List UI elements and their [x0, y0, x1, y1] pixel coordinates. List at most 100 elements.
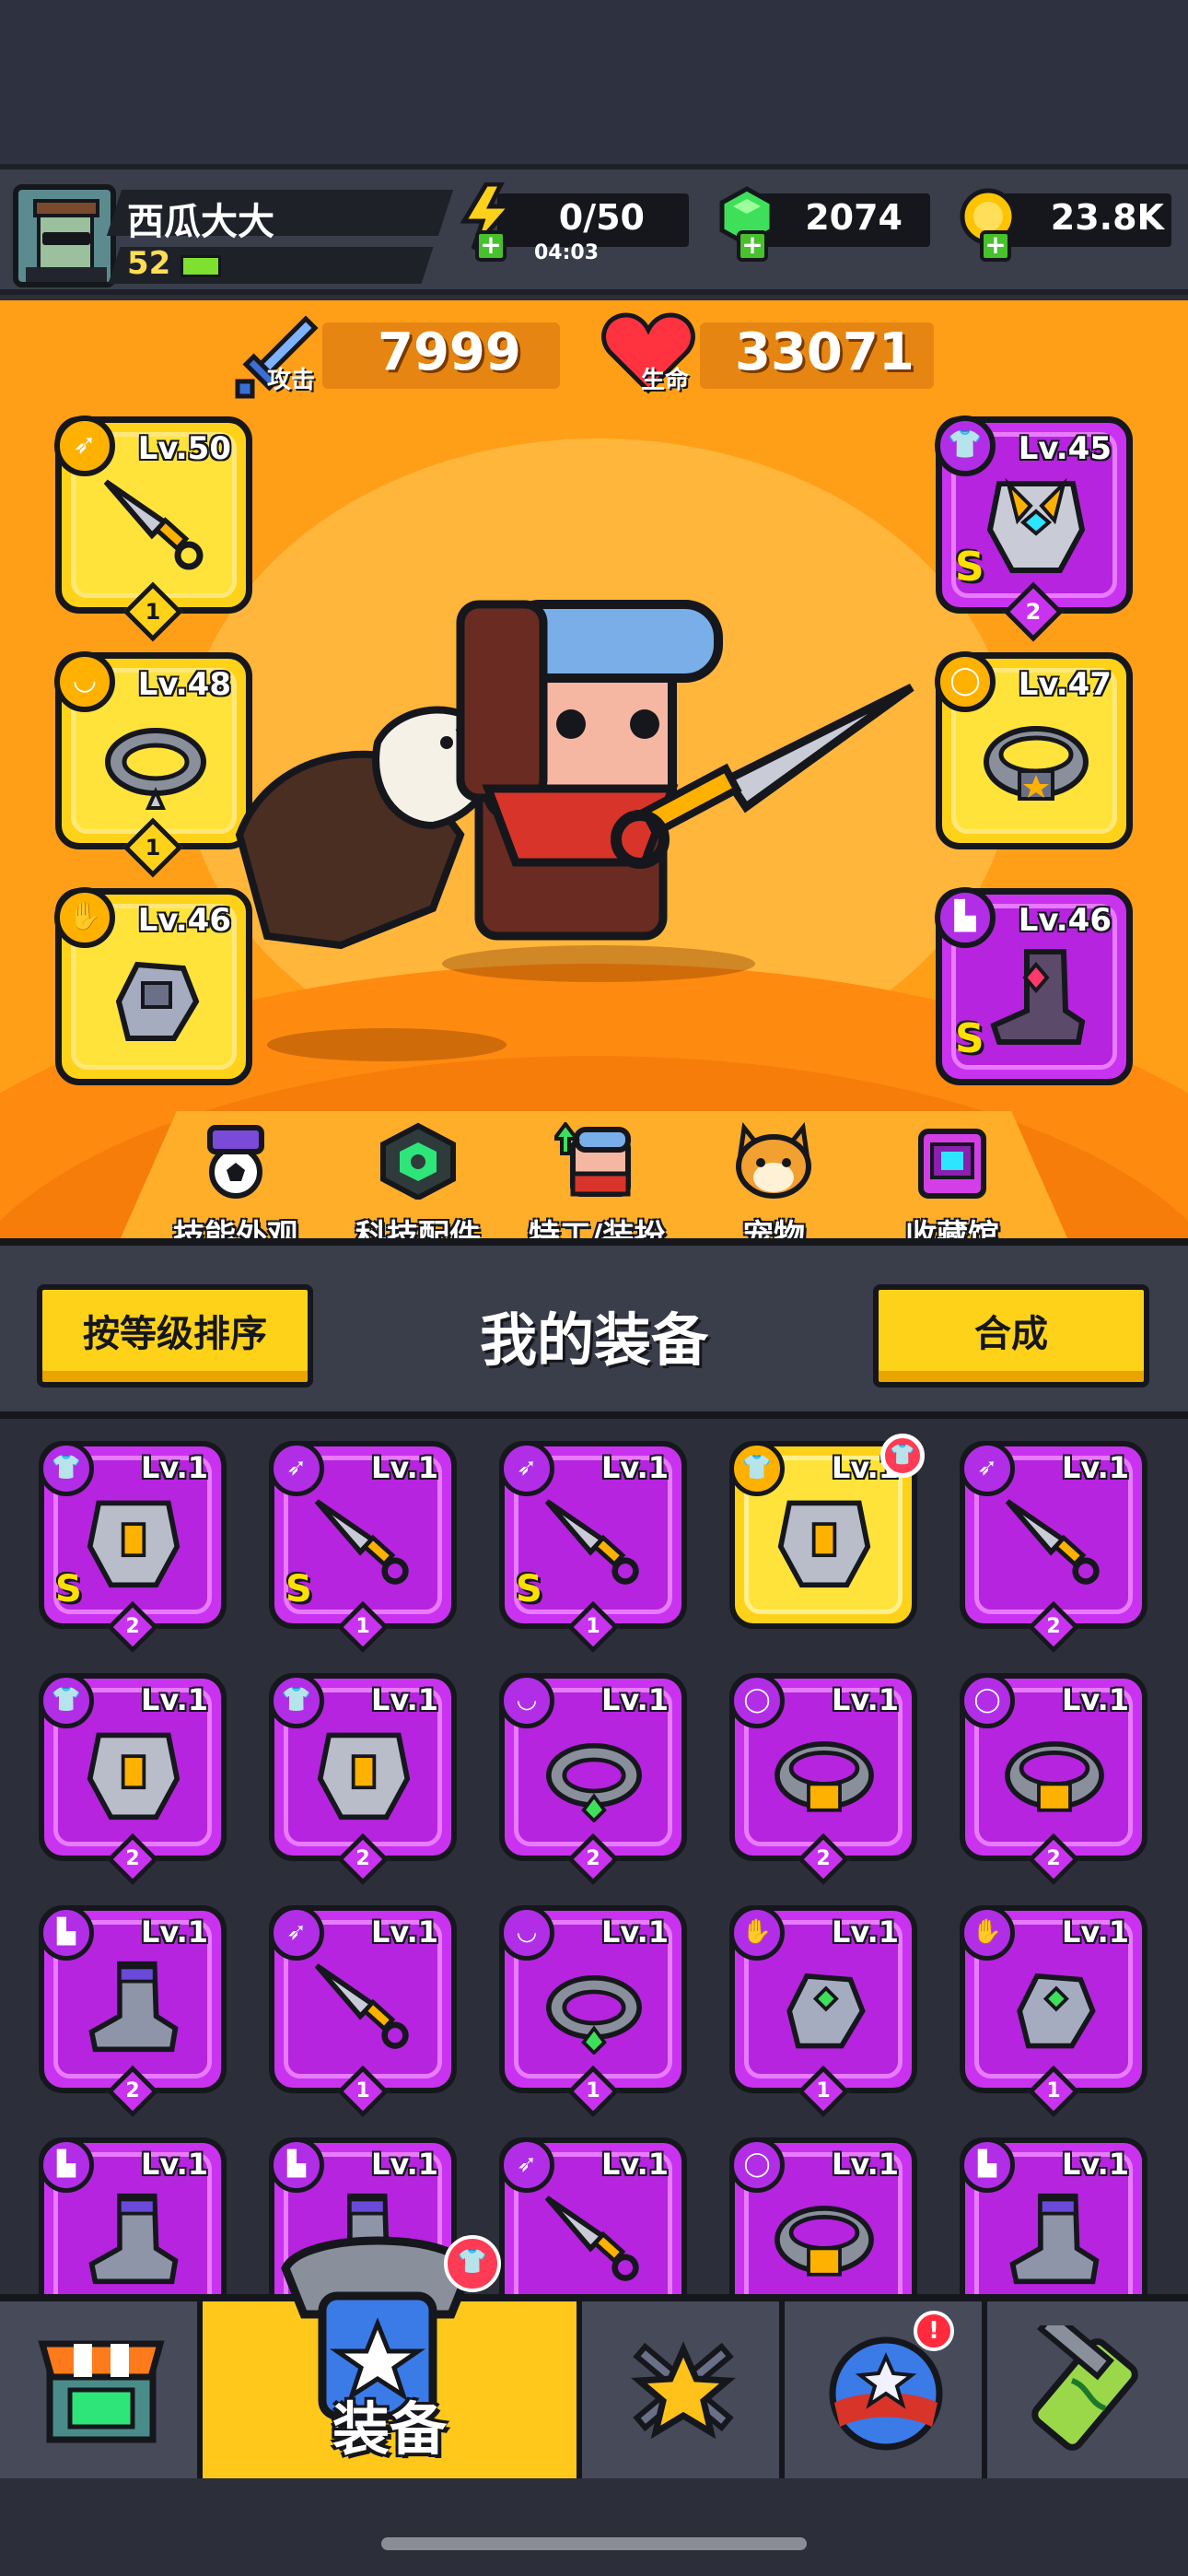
belt-icon	[1005, 1741, 1104, 1812]
item-level: Lv.1	[600, 1450, 669, 1485]
armor-category-icon: 👕	[39, 1441, 94, 1496]
inventory-item[interactable]: 👕 Lv.1 S 2	[39, 1441, 227, 1654]
s-grade-badge: S	[55, 1568, 82, 1610]
equipped-belt-slot[interactable]: ◯ Lv.47	[935, 651, 1133, 849]
necklace-category-icon: ◡	[499, 1673, 554, 1728]
inventory-item[interactable]: ◯ Lv.1 2	[729, 1673, 917, 1886]
inventory-item[interactable]: ◡ Lv.1 2	[499, 1673, 687, 1886]
item-level: Lv.1	[1061, 1682, 1129, 1717]
inventory-item[interactable]: ➶ Lv.1 S 1	[499, 1441, 687, 1654]
player-avatar[interactable]	[13, 184, 116, 287]
nav-tab-shop[interactable]	[0, 2301, 203, 2478]
gloves-icon	[1017, 1973, 1096, 2049]
inventory-item[interactable]: ◯ Lv.1 2	[960, 1673, 1147, 1886]
item-level: Lv.1	[1061, 2147, 1129, 2182]
belt-category-icon: ◯	[935, 651, 996, 712]
inventory-item[interactable]: ➶ Lv.1 1	[269, 1905, 457, 2118]
item-level: Lv.1	[1061, 1914, 1129, 1950]
pet-icon	[736, 1121, 811, 1199]
item-level: Lv.1	[370, 2147, 438, 2182]
hero-showcase: 攻击 7999 生命 33071 ➶ Lv.50 1 ◡ Lv.48 1 ✋ L…	[0, 300, 1188, 1238]
xp-bar	[181, 255, 221, 277]
hero-character[interactable]	[212, 558, 939, 1019]
hero-menu-collection[interactable]: 收藏馆	[869, 1122, 1035, 1238]
star-belt-icon	[984, 726, 1089, 801]
weapon-icon	[544, 2195, 639, 2281]
inventory-item[interactable]: ◡ Lv.1 1	[499, 1905, 687, 2118]
attack-value: 7999	[378, 322, 521, 382]
shop-icon	[38, 2340, 165, 2443]
weapon-category-icon: ➶	[960, 1441, 1015, 1496]
inventory-item[interactable]: ➶ Lv.1 2	[960, 1441, 1147, 1654]
inventory-item[interactable]: ✋ Lv.1 1	[729, 1905, 917, 2118]
equipment-new-badge: 👕	[444, 2235, 501, 2292]
nav-tab-battle[interactable]	[582, 2301, 785, 2478]
inventory-item[interactable]: ◯ Lv.1	[729, 2137, 917, 2300]
boots-category-icon: ▙	[935, 887, 996, 948]
inventory-item[interactable]: 👕 Lv.1 👕	[729, 1434, 925, 1629]
gems-value: 2074	[805, 197, 903, 238]
s-grade-badge: S	[955, 544, 984, 591]
home-indicator	[381, 2537, 807, 2550]
necklace-category-icon: ◡	[54, 651, 115, 712]
dna-tube-icon	[1031, 2325, 1138, 2451]
necklace-category-icon: ◡	[499, 1905, 554, 1961]
belt-category-icon: ◯	[729, 1673, 785, 1728]
s-grade-badge: S	[516, 1568, 542, 1610]
boots-icon	[1009, 2193, 1100, 2285]
weapon-icon	[314, 1963, 409, 2049]
s-grade-badge: S	[955, 1015, 984, 1062]
inventory-item[interactable]: ▙ Lv.1 2	[39, 1905, 227, 2118]
inventory-item[interactable]: 👕 Lv.1 2	[39, 1673, 227, 1886]
nav-tab-events[interactable]: !	[785, 2301, 987, 2478]
new-item-badge: 👕	[880, 1434, 925, 1478]
item-level: Lv.1	[600, 2147, 669, 2182]
weapon-category-icon: ➶	[269, 1441, 324, 1496]
player-header: 西瓜大大 52 + 0/50 04:03 + 2074 + 23.8K	[0, 164, 1188, 295]
add-gems-button[interactable]: +	[737, 230, 768, 262]
equipped-armor-slot[interactable]: 👕 Lv.45 S 2	[935, 416, 1133, 642]
equipment-toolbar: 按等级排序 我的装备 合成	[0, 1238, 1188, 1419]
item-level: Lv.1	[370, 1914, 438, 1950]
tech-parts-icon	[380, 1122, 456, 1201]
armor-icon	[317, 1732, 411, 1821]
hero-menu-skill-skin[interactable]: 技能外观	[153, 1122, 319, 1238]
s-grade-badge: S	[285, 1568, 312, 1610]
weapon-category-icon: ➶	[54, 416, 115, 476]
nav-tab-lab[interactable]	[987, 2301, 1188, 2478]
energy-timer: 04:03	[534, 241, 600, 264]
weapon-category-icon: ➶	[269, 1905, 324, 1961]
item-level: Lv.1	[140, 2147, 208, 2182]
inventory-item[interactable]: ➶ Lv.1	[499, 2137, 687, 2300]
armor-icon	[87, 1732, 181, 1821]
nav-tab-equipment[interactable]: 👕 装备	[203, 2235, 582, 2478]
weapon-category-icon: ➶	[499, 1441, 554, 1496]
item-level: Lv.1	[140, 1450, 208, 1485]
hero-menu-pet[interactable]: 宠物	[691, 1121, 856, 1238]
armor-category-icon: 👕	[935, 416, 996, 476]
inventory-item[interactable]: ✋ Lv.1 1	[960, 1905, 1147, 2118]
hero-menu-tech-parts[interactable]: 科技配件	[335, 1122, 501, 1238]
boots-category-icon: ▙	[39, 1905, 94, 1961]
player-level: 52	[127, 245, 171, 282]
inventory-item[interactable]: ▙ Lv.1	[39, 2137, 227, 2300]
nav-label-equipment: 装备	[332, 2395, 447, 2463]
equipped-boots-slot[interactable]: ▙ Lv.46 S	[935, 887, 1133, 1085]
gloves-category-icon: ✋	[960, 1905, 1015, 1961]
skill-skin-icon	[207, 1125, 264, 1199]
armor-category-icon: 👕	[39, 1673, 94, 1728]
inventory-item[interactable]: 👕 Lv.1 2	[269, 1673, 457, 1886]
merge-button[interactable]: 合成	[873, 1284, 1149, 1388]
coins-value: 23.8K	[1050, 197, 1164, 238]
hero-menu-agent-costume[interactable]: 特工/装扮	[514, 1120, 680, 1238]
gloves-icon	[786, 1973, 866, 2049]
inventory-item[interactable]: ▙ Lv.1	[960, 2137, 1147, 2300]
add-energy-button[interactable]: +	[475, 230, 507, 262]
necklace-icon	[546, 1742, 642, 1822]
boots-icon	[88, 1961, 179, 2053]
add-coins-button[interactable]: +	[980, 230, 1011, 262]
armor-icon	[87, 1500, 181, 1588]
inventory-item[interactable]: ➶ Lv.1 S 1	[269, 1441, 457, 1654]
item-level: Lv.1	[370, 1450, 438, 1485]
equipped-level: Lv.50	[137, 430, 231, 467]
